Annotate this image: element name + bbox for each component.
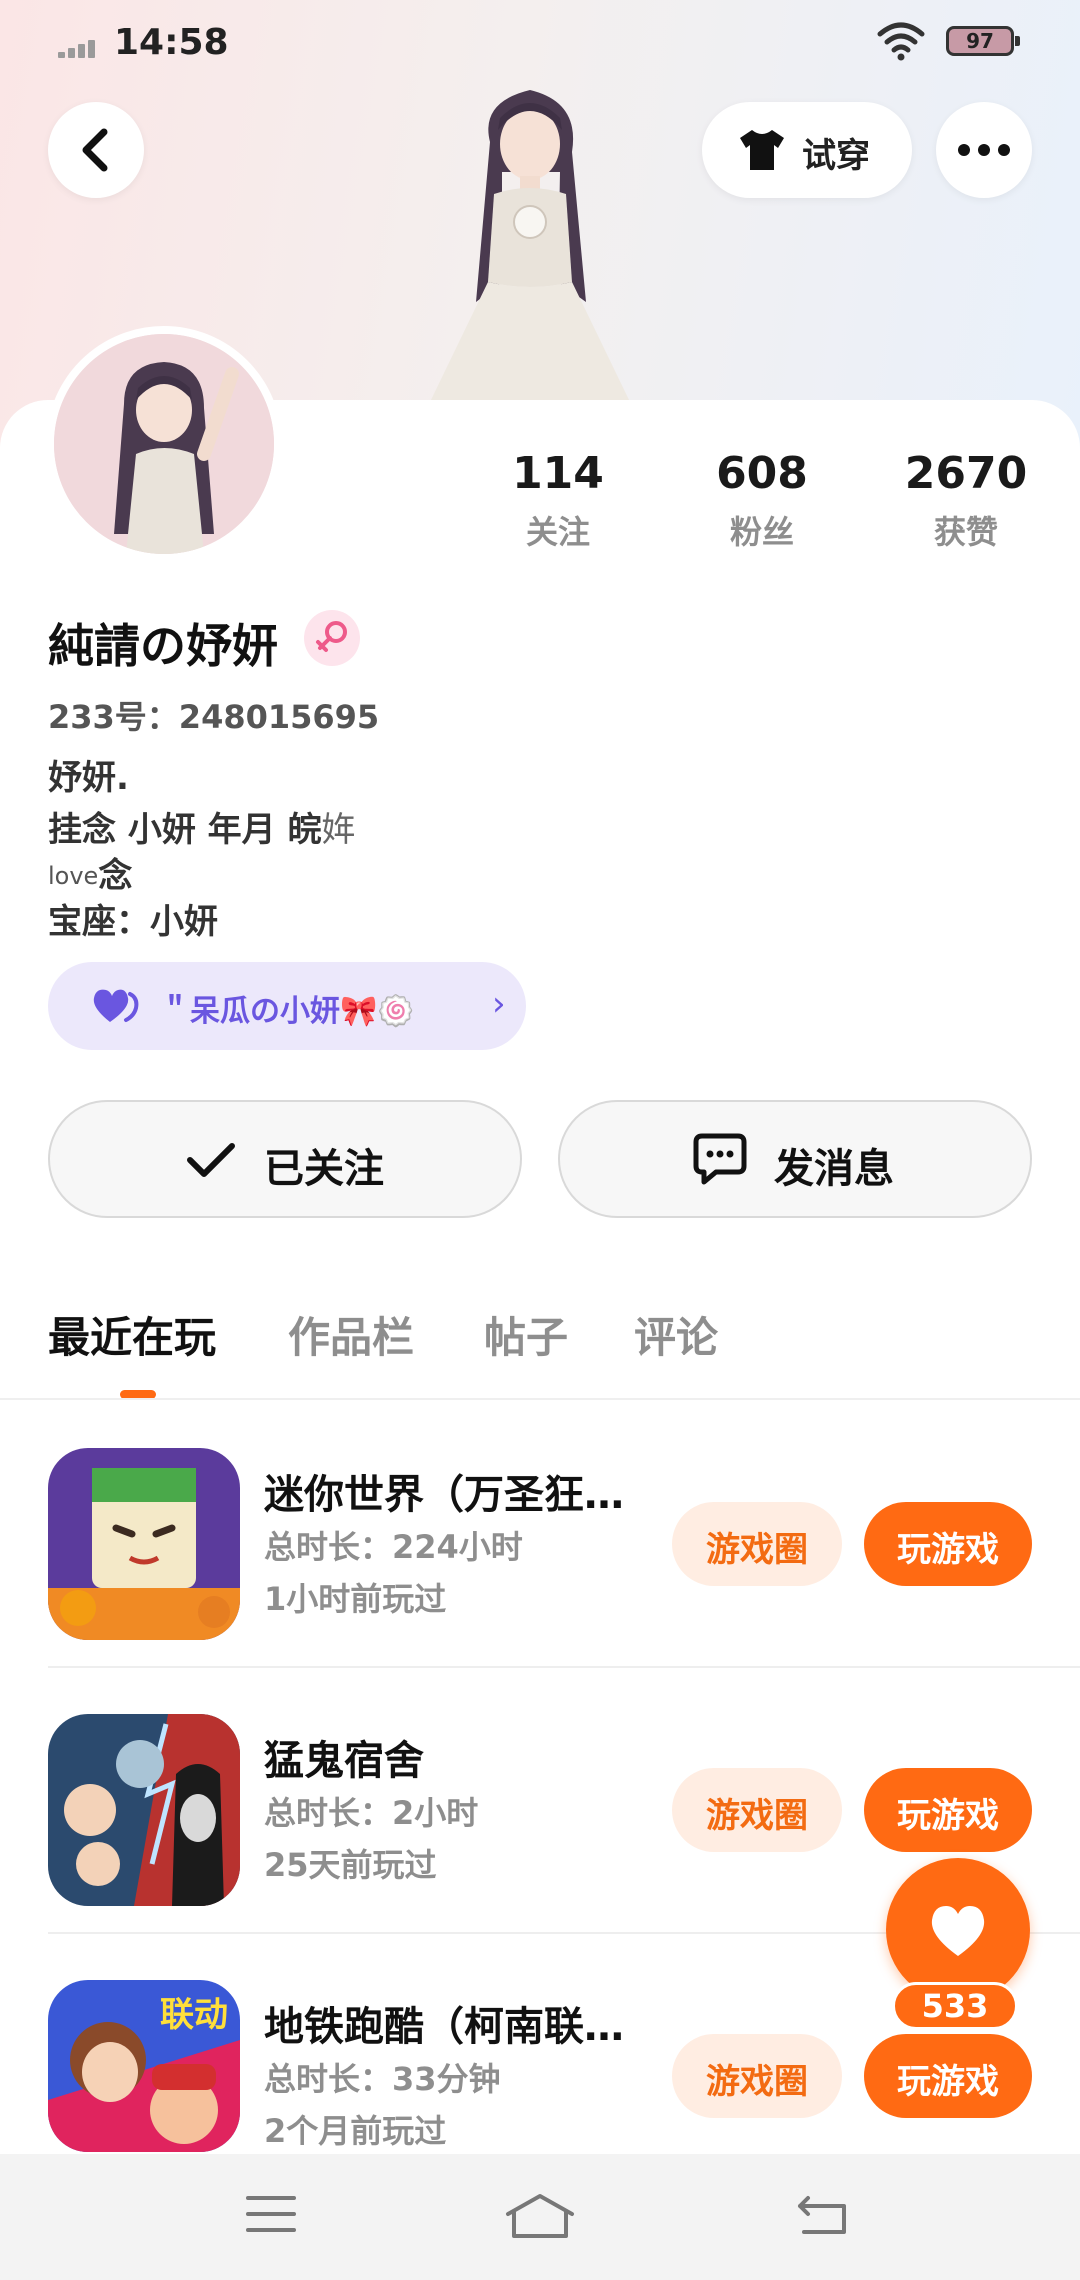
more-icon xyxy=(958,144,1010,156)
collab-badge-text: 联动 xyxy=(160,1995,228,2035)
bio-line-2: 挂念 小妍 年月 皖 xyxy=(48,810,322,850)
followed-label: 已关注 xyxy=(264,1146,384,1192)
game-icon-1[interactable] xyxy=(48,1448,240,1640)
game-name: 迷你世界（万圣狂… xyxy=(264,1472,624,1518)
user-id: 233号：248015695 xyxy=(48,698,380,736)
female-badge xyxy=(304,610,360,666)
play-game-button[interactable]: 玩游戏 xyxy=(864,1768,1032,1852)
try-on-label: 试穿 xyxy=(802,136,870,176)
game-circle-label: 游戏圈 xyxy=(706,1796,808,1836)
stat-following[interactable]: 114 关注 xyxy=(478,448,638,553)
home-icon[interactable] xyxy=(504,2192,576,2242)
wifi-icon xyxy=(877,22,925,61)
game-duration: 总时长：2小时 xyxy=(264,1794,479,1832)
likes-label: 获赞 xyxy=(933,513,998,551)
bio-line-1: 妤妍. xyxy=(48,758,129,798)
status-bar: 14:58 97 xyxy=(0,0,1080,90)
game-icon-image: 联动 xyxy=(48,1980,240,2152)
game-circle-button[interactable]: 游戏圈 xyxy=(672,2034,842,2118)
game-circle-label: 游戏圈 xyxy=(706,1530,808,1570)
heart-icon xyxy=(931,1906,985,1956)
bio-line-3-small: love xyxy=(48,862,99,890)
likes-count: 2670 xyxy=(904,448,1028,499)
game-icon-image xyxy=(48,1448,240,1640)
followed-button[interactable]: 已关注 xyxy=(48,1100,522,1218)
battery-level: 97 xyxy=(966,29,994,53)
female-icon xyxy=(316,621,347,652)
bio-line-2-tail: 姩 xyxy=(321,810,356,850)
row-divider xyxy=(48,1666,1080,1668)
game-last-played: 2个月前玩过 xyxy=(264,2112,447,2150)
game-last-played: 25天前玩过 xyxy=(264,1846,437,1884)
play-game-label: 玩游戏 xyxy=(897,1530,999,1570)
game-circle-label: 游戏圈 xyxy=(706,2062,808,2102)
back-icon xyxy=(82,128,108,172)
status-time: 14:58 xyxy=(114,22,229,63)
battery-icon: 97 xyxy=(946,26,1020,56)
signal-icon xyxy=(58,38,104,58)
try-on-button[interactable]: 试穿 xyxy=(702,102,912,198)
tab-recently-played[interactable]: 最近在玩 xyxy=(48,1304,216,1365)
like-count: 533 xyxy=(892,1982,1018,2030)
stat-likes[interactable]: 2670 获赞 xyxy=(886,448,1046,553)
username: 純請の妤妍 xyxy=(48,619,278,673)
avatar-figure-illustration xyxy=(430,90,630,402)
game-circle-button[interactable]: 游戏圈 xyxy=(672,1502,842,1586)
send-message-label: 发消息 xyxy=(774,1146,894,1192)
game-duration: 总时长：224小时 xyxy=(264,1528,523,1566)
heart-icon xyxy=(93,989,139,1022)
avatar-image xyxy=(54,334,274,554)
following-count: 114 xyxy=(512,448,604,499)
followers-label: 粉丝 xyxy=(729,513,794,551)
following-label: 关注 xyxy=(525,513,590,551)
game-name: 地铁跑酷（柯南联… xyxy=(264,2004,624,2050)
play-game-button[interactable]: 玩游戏 xyxy=(864,2034,1032,2118)
relationship-label: ＂呆瓜の小妍🎀🍥 xyxy=(160,994,415,1029)
game-icon-3[interactable]: 联动 xyxy=(48,1980,240,2152)
tab-posts[interactable]: 帖子 xyxy=(484,1304,568,1365)
game-last-played: 1小时前玩过 xyxy=(264,1580,447,1618)
relationship-pill[interactable]: ＂呆瓜の小妍🎀🍥 › xyxy=(48,962,526,1050)
followers-count: 608 xyxy=(716,448,808,499)
chevron-right-icon: › xyxy=(492,984,506,1024)
system-nav-bar xyxy=(0,2154,1080,2280)
tab-works[interactable]: 作品栏 xyxy=(288,1304,414,1365)
send-message-button[interactable]: 发消息 xyxy=(558,1100,1032,1218)
return-icon[interactable] xyxy=(794,2192,850,2238)
bio-line-4: 宝座：小妍 xyxy=(48,902,218,942)
menu-icon[interactable] xyxy=(244,2192,298,2236)
game-row-1[interactable]: 迷你世界（万圣狂… 总时长：224小时 1小时前玩过 游戏圈 玩游戏 xyxy=(48,1400,1080,1666)
like-button[interactable] xyxy=(886,1858,1030,2002)
chat-icon xyxy=(693,1133,747,1185)
game-name: 猛鬼宿舍 xyxy=(264,1738,424,1784)
more-button[interactable] xyxy=(936,102,1032,198)
tab-comments[interactable]: 评论 xyxy=(634,1304,718,1365)
game-icon-2[interactable] xyxy=(48,1714,240,1906)
avatar[interactable] xyxy=(46,326,282,562)
bio: 妤妍. 挂念 小妍 年月 皖姩 love念 宝座：小妍 xyxy=(48,752,356,948)
game-duration: 总时长：33分钟 xyxy=(264,2060,501,2098)
back-button[interactable] xyxy=(48,102,144,198)
check-icon xyxy=(187,1143,235,1177)
tshirt-icon xyxy=(740,130,784,170)
bio-line-3: 念 xyxy=(98,856,133,896)
play-game-button[interactable]: 玩游戏 xyxy=(864,1502,1032,1586)
game-circle-button[interactable]: 游戏圈 xyxy=(672,1768,842,1852)
play-game-label: 玩游戏 xyxy=(897,2062,999,2102)
game-icon-image xyxy=(48,1714,240,1906)
play-game-label: 玩游戏 xyxy=(897,1796,999,1836)
stat-followers[interactable]: 608 粉丝 xyxy=(682,448,842,553)
